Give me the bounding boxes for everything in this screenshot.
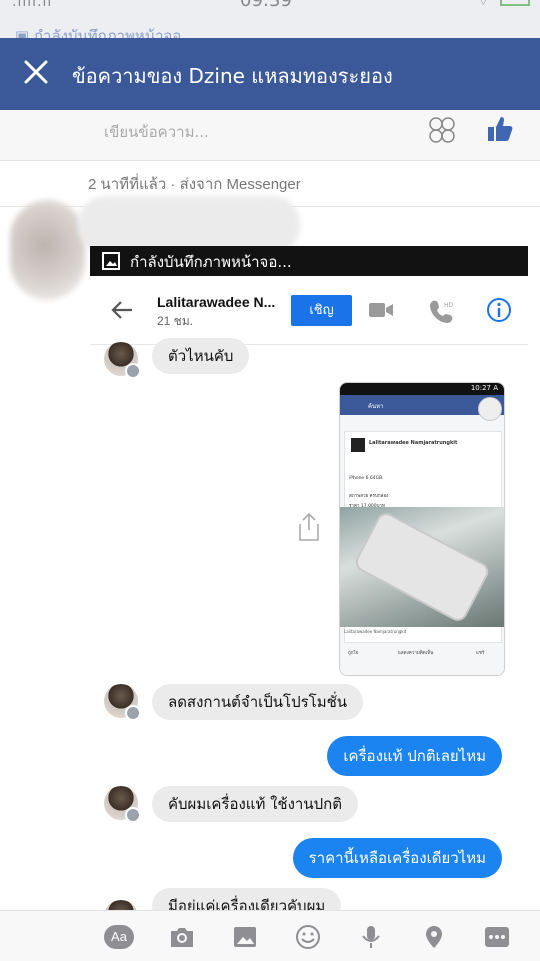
banner-text: กำลังบันทึกภาพหน้าจอ...: [130, 253, 292, 271]
close-icon[interactable]: [22, 58, 50, 86]
screenshot-banner: กำลังบันทึกภาพหน้าจอ...: [90, 246, 528, 276]
more-icon[interactable]: [483, 923, 511, 951]
message-input[interactable]: เขียนข้อความ...: [104, 120, 209, 144]
status-bar: .ılıl.ıl 09:39 ⌔ ▣ กำลังบันทึกภาพหน้าจอ: [0, 0, 540, 45]
messenger-screenshot: Lalitarawadee N... 21 ชม. เชิญ HD ตัวไหน…: [90, 276, 528, 910]
avatar: [104, 684, 141, 721]
mini-avatar: [351, 438, 365, 452]
page-title: ข้อความของ Dzine แหลมทองระยอง: [72, 64, 393, 88]
contact-status: 21 ชม.: [157, 314, 194, 328]
aa-icon[interactable]: Aa: [104, 925, 134, 949]
blurred-avatar: [10, 200, 85, 300]
share-icon[interactable]: [296, 512, 322, 542]
status-time: 09:39: [240, 0, 292, 11]
product-photo: [340, 507, 504, 627]
back-arrow-icon[interactable]: [110, 298, 134, 322]
phone-device: [352, 509, 492, 625]
svg-text:HD: HD: [444, 302, 454, 309]
mini-profile-circle: [478, 397, 502, 421]
avatar: [104, 786, 141, 823]
message-bubble-incoming: คับผมเครื่องแท้ ใช้งานปกติ: [152, 786, 358, 822]
chat-header: Lalitarawadee N... 21 ชม. เชิญ HD: [90, 276, 528, 345]
mic-icon[interactable]: [357, 923, 385, 951]
contact-name: Lalitarawadee N...: [157, 294, 276, 310]
messenger-badge-icon: [125, 807, 141, 823]
camera-icon[interactable]: [168, 923, 196, 951]
message-bubble-incoming: มีอยู่แค่เครื่องเดียวคับผม: [152, 888, 342, 910]
wifi-icon: ⌔: [476, 0, 490, 9]
message-bubble-incoming: ลดสงกานต์จำเป็นโปรโมชั่น: [152, 684, 364, 720]
battery-icon: [500, 0, 530, 6]
invite-button[interactable]: เชิญ: [291, 295, 352, 326]
composer-toolbar: Aa: [0, 910, 540, 961]
location-icon[interactable]: [420, 923, 448, 951]
sticker-icon[interactable]: [428, 116, 456, 144]
messenger-badge-icon: [125, 705, 141, 721]
message-bubble-incoming: ตัวไหนคับ: [152, 338, 250, 374]
phone-icon[interactable]: HD: [428, 298, 454, 324]
signal-icon: .ılıl.ıl: [12, 0, 53, 10]
image-icon: [102, 252, 120, 270]
avatar: [104, 900, 138, 910]
mini-status-bar: 10:27 A: [340, 383, 504, 395]
emoji-icon[interactable]: [294, 923, 322, 951]
message-bubble-outgoing: ราคานี้เหลือเครื่องเดียวไหม: [292, 838, 502, 878]
image-icon[interactable]: [231, 923, 259, 951]
like-icon[interactable]: [484, 114, 514, 144]
messenger-badge-icon: [125, 363, 141, 379]
mini-reactions: Lalitarawadee Namjaratrungkit: [344, 629, 407, 634]
post-meta: 2 นาทีที่แล้ว · ส่งจาก Messenger: [88, 176, 301, 193]
top-bar: ข้อความของ Dzine แหลมทองระยอง: [0, 38, 540, 110]
avatar: [104, 342, 141, 379]
comment-composer: เขียนข้อความ...: [0, 110, 540, 161]
info-icon[interactable]: [486, 297, 512, 323]
shared-image[interactable]: 10:27 A ค้นหา Lalitarawadee Namjaratrung…: [339, 382, 505, 676]
video-call-icon[interactable]: [369, 301, 393, 319]
message-bubble-outgoing: เครื่องแท้ ปกติเลยไหม: [327, 736, 502, 776]
